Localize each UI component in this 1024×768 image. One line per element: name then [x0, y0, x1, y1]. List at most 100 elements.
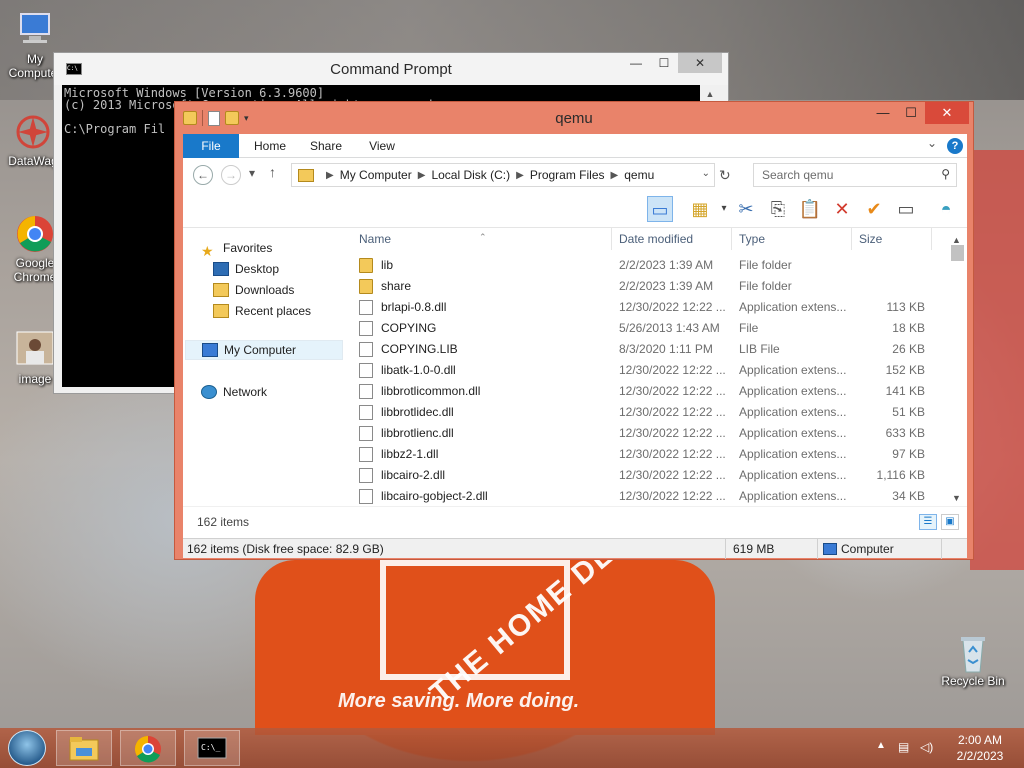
rename-icon[interactable]: ▭: [893, 196, 919, 222]
column-date[interactable]: Date modified: [619, 232, 693, 246]
chevron-right-icon[interactable]: ▶: [418, 170, 426, 181]
file-type: Application extens...: [739, 468, 847, 482]
nav-downloads[interactable]: Downloads: [213, 280, 294, 300]
tab-share[interactable]: Share: [301, 134, 351, 158]
breadcrumb[interactable]: ▶ My Computer ▶ Local Disk (C:) ▶ Progra…: [291, 163, 715, 187]
file-size: 34 KB: [892, 489, 925, 503]
refresh-icon[interactable]: ↻: [719, 167, 731, 184]
nav-recent-places[interactable]: Recent places: [213, 301, 311, 321]
breadcrumb-item[interactable]: Program Files: [530, 168, 605, 182]
cmd-minimize-button[interactable]: —: [622, 53, 650, 73]
column-divider[interactable]: [931, 228, 932, 250]
explorer-close-button[interactable]: ✕: [925, 102, 969, 124]
scroll-down-icon[interactable]: ▼: [952, 493, 961, 503]
column-divider[interactable]: [611, 228, 612, 250]
details-pane-icon[interactable]: ▭: [647, 196, 673, 222]
file-row[interactable]: COPYING.LIB 8/3/2020 1:11 PM LIB File 26 KB: [351, 339, 947, 360]
file-row[interactable]: libbz2-1.dll 12/30/2022 12:22 ... Applicat…: [351, 444, 947, 465]
tab-file[interactable]: File: [183, 134, 239, 158]
folder-icon: [359, 258, 373, 273]
show-hidden-icons-icon[interactable]: ▲: [876, 740, 886, 751]
desktop-icon-recycle-bin[interactable]: Recycle Bin: [940, 632, 1006, 688]
my-computer-icon: [202, 343, 218, 357]
recycle-bin-icon: [953, 632, 993, 673]
file-list-scrollbar[interactable]: ▲ ▼: [949, 235, 966, 507]
scrollbar-thumb[interactable]: [951, 245, 964, 261]
cmd-close-button[interactable]: ✕: [678, 53, 722, 73]
file-row[interactable]: libbrotlidec.dll 12/30/2022 12:22 ... Appl…: [351, 402, 947, 423]
chevron-right-icon[interactable]: ▶: [516, 170, 524, 181]
breadcrumb-item[interactable]: qemu: [624, 168, 654, 182]
tab-home[interactable]: Home: [245, 134, 295, 158]
up-button[interactable]: ↑: [269, 164, 276, 180]
dll-file-icon: [359, 489, 373, 504]
file-row[interactable]: COPYING 5/26/2013 1:43 AM File 18 KB: [351, 318, 947, 339]
breadcrumb-item[interactable]: Local Disk (C:): [431, 168, 510, 182]
nav-label: My Computer: [224, 343, 297, 357]
copy-icon[interactable]: ⎘: [765, 196, 791, 222]
cmd-maximize-button[interactable]: ☐: [650, 53, 678, 73]
nav-network[interactable]: Network: [201, 382, 267, 402]
chevron-right-icon[interactable]: ▶: [326, 170, 334, 181]
tab-view[interactable]: View: [357, 134, 407, 158]
file-row[interactable]: brlapi-0.8.dll 12/30/2022 12:22 ... Applic…: [351, 297, 947, 318]
taskbar: C:\_ ▲ ▤ ◁) 2:00 AM 2/2/2023: [0, 728, 1024, 768]
nav-favorites[interactable]: ★ Favorites: [201, 238, 272, 259]
nav-desktop[interactable]: Desktop: [213, 259, 279, 279]
checkmark-icon[interactable]: ✔: [861, 196, 887, 222]
explorer-minimize-button[interactable]: —: [869, 102, 897, 124]
file-name: COPYING: [381, 321, 437, 335]
help-icon[interactable]: ?: [947, 138, 963, 154]
address-dropdown-icon[interactable]: ⌄: [702, 168, 710, 179]
explorer-window[interactable]: ▾ qemu — ☐ ✕ File Home Share View ⌄ ? ← …: [174, 101, 974, 560]
file-row[interactable]: libcairo-gobject-2.dll 12/30/2022 12:22 .…: [351, 486, 947, 506]
shell-icon[interactable]: ◓: [933, 196, 959, 222]
paste-icon[interactable]: 📋: [797, 196, 823, 222]
column-size[interactable]: Size: [859, 232, 882, 246]
column-type[interactable]: Type: [739, 232, 765, 246]
file-type: Application extens...: [739, 300, 847, 314]
breadcrumb-item[interactable]: My Computer: [340, 168, 412, 182]
explorer-maximize-button[interactable]: ☐: [897, 102, 925, 124]
scroll-up-icon[interactable]: ▲: [952, 235, 961, 245]
item-count: 162 items: [197, 515, 250, 529]
file-row[interactable]: libbrotlienc.dll 12/30/2022 12:22 ... Appl…: [351, 423, 947, 444]
explorer-titlebar[interactable]: ▾ qemu — ☐ ✕: [175, 102, 973, 134]
file-row[interactable]: lib 2/2/2023 1:39 AM File folder: [351, 255, 947, 276]
file-size: 18 KB: [892, 321, 925, 335]
file-name: libbz2-1.dll: [381, 447, 439, 461]
recent-locations-icon[interactable]: ▾: [249, 166, 255, 180]
column-divider[interactable]: [851, 228, 852, 250]
search-icon[interactable]: ⚲: [941, 167, 950, 181]
file-row[interactable]: libbrotlicommon.dll 12/30/2022 12:22 ... A…: [351, 381, 947, 402]
file-size: 51 KB: [892, 405, 925, 419]
taskbar-chrome[interactable]: [120, 730, 176, 766]
file-date: 12/30/2022 12:22 ...: [619, 489, 726, 503]
taskbar-command-prompt[interactable]: C:\_: [184, 730, 240, 766]
back-button[interactable]: ←: [193, 165, 213, 185]
file-row[interactable]: libcairo-2.dll 12/30/2022 12:22 ... Applic…: [351, 465, 947, 486]
file-size: 26 KB: [892, 342, 925, 356]
forward-button[interactable]: →: [221, 165, 241, 185]
chevron-right-icon[interactable]: ▶: [611, 170, 619, 181]
file-type: Application extens...: [739, 384, 847, 398]
nav-my-computer[interactable]: My Computer: [185, 340, 343, 360]
expand-ribbon-icon[interactable]: ⌄: [927, 136, 937, 150]
cmd-titlebar[interactable]: C:\ Command Prompt — ☐ ✕: [54, 53, 728, 85]
details-view-icon[interactable]: ☰: [919, 514, 937, 530]
start-button[interactable]: [8, 730, 46, 766]
scroll-up-icon[interactable]: ▲: [700, 85, 720, 99]
large-icons-view-icon[interactable]: ▣: [941, 514, 959, 530]
file-row[interactable]: libatk-1.0-0.dll 12/30/2022 12:22 ... Appl…: [351, 360, 947, 381]
system-clock[interactable]: 2:00 AM 2/2/2023: [940, 732, 1020, 764]
network-tray-icon[interactable]: ▤: [898, 740, 909, 754]
column-name[interactable]: Name: [359, 232, 391, 246]
file-row[interactable]: share 2/2/2023 1:39 AM File folder: [351, 276, 947, 297]
cut-icon[interactable]: ✂: [733, 196, 759, 222]
column-divider[interactable]: [731, 228, 732, 250]
volume-icon[interactable]: ◁): [920, 740, 933, 754]
search-input[interactable]: Search qemu ⚲: [753, 163, 957, 187]
folder-options-icon[interactable]: ▦: [687, 196, 713, 222]
delete-icon[interactable]: ✕: [829, 196, 855, 222]
taskbar-file-explorer[interactable]: [56, 730, 112, 766]
